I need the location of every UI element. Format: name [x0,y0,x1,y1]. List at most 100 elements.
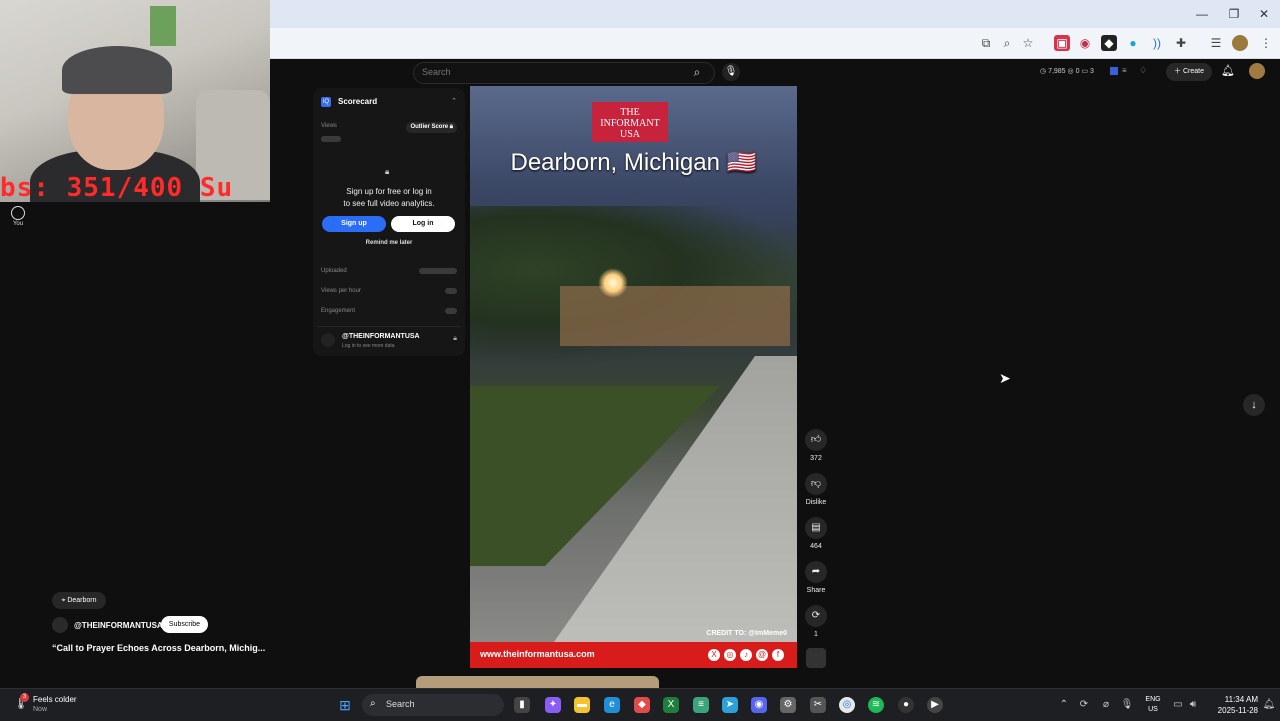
chrome-icon[interactable]: ◎ [839,697,855,713]
outlier-score-pill[interactable]: Outlier Score 🔒︎ [406,122,457,133]
minimize-button[interactable]: — [1194,6,1210,22]
sound-thumbnail[interactable] [806,648,826,668]
media-player-icon[interactable]: ▶ [927,697,943,713]
like-button[interactable]: 👍︎ 372 [805,429,827,462]
obs-icon[interactable]: ● [898,697,914,713]
extension-pin-icon[interactable]: ◉ [1077,35,1093,51]
spotify-icon[interactable]: ≋ [868,697,884,713]
subscribe-button[interactable]: Subscribe [161,616,208,633]
windows-start-icon[interactable]: ⊞ [337,697,353,713]
video-url-bar: www.theinformantusa.com X ◎ ♪ @ f [470,642,797,668]
search-icon: ⌕ [370,698,376,709]
views-per-hour-value-blurred [445,288,457,294]
header-gift-icon[interactable]: ♢ [1139,65,1147,76]
microphone-icon[interactable]: 🎙 [1119,697,1135,713]
copilot-icon[interactable]: ✦ [545,697,561,713]
extension-red-icon[interactable]: ▣ [1054,35,1070,51]
extensions-puzzle-icon[interactable]: ✚ [1173,35,1189,51]
tiktok-icon: ♪ [740,649,752,661]
search-button[interactable]: ⌕ [685,62,709,82]
volume-icon[interactable]: 🔊︎ [1185,697,1201,713]
webcam-overlay: bs: 351/400 Su [0,0,270,202]
network-off-icon[interactable]: ⌀ [1098,697,1114,713]
install-app-icon[interactable]: ⧉ [978,35,994,51]
language-indicator[interactable]: ENG US [1142,695,1164,715]
edge-icon[interactable]: e [604,697,620,713]
profile-avatar-icon[interactable] [1232,35,1248,51]
weather-title: Feels colder [33,695,77,704]
scorecard-logo-icon: iQ [321,97,331,107]
create-button[interactable]: ＋ Create [1166,63,1212,81]
eye-icon: ◎ [1067,68,1076,75]
remix-button[interactable]: ⟳ 1 [805,605,827,638]
comment-icon: ▤ [805,517,827,539]
facebook-icon: f [772,649,784,661]
remind-later-link[interactable]: Remind me later [313,240,465,246]
video-building [560,286,790,346]
snipping-tool-icon[interactable]: ✂ [810,697,826,713]
informant-logo: THE INFORMANT USA [592,102,668,142]
you-label: You [12,221,24,227]
tray-chevron-icon[interactable]: ⌃ [1056,697,1072,713]
settings-gear-icon[interactable]: ⚙ [780,697,796,713]
notifications-bell-icon[interactable]: 🔔︎ [1221,64,1235,77]
x-icon: X [708,649,720,661]
zoom-icon[interactable]: ⌕ [999,35,1015,51]
telegram-icon[interactable]: ➤ [722,697,738,713]
voice-search-mic-icon[interactable]: 🎙 [722,63,740,81]
sidebar-you[interactable]: You [8,206,28,227]
stream-overlay-text: bs: 351/400 Su [0,173,234,202]
sync-icon[interactable]: ⟳ [1076,697,1092,713]
share-button[interactable]: ➦ Share [805,561,827,594]
extension-dark-icon[interactable]: ◆ [1101,35,1117,51]
account-avatar[interactable] [1249,63,1265,79]
display-icon[interactable]: ▭ [1170,697,1186,713]
comments-button[interactable]: ▤ 464 [805,517,827,550]
task-view-icon[interactable]: ▮ [514,697,530,713]
thumbs-up-icon: 👍︎ [805,429,827,451]
excel-icon[interactable]: X [663,697,679,713]
search-input[interactable]: Search [413,62,715,84]
file-explorer-icon[interactable]: ▬ [574,697,590,713]
menu-kebab-icon[interactable]: ⋮ [1258,35,1274,51]
signup-prompt: Sign up for free or log in to see full v… [343,187,435,208]
channel-row[interactable]: @THEINFORMANTUSA Log in to see more data… [317,326,461,353]
user-circle-icon [11,206,25,220]
engagement-label: Engagement [321,308,356,314]
login-button[interactable]: Log in [391,216,455,232]
restore-button[interactable]: ❐ [1226,6,1242,22]
dislike-button[interactable]: 👎︎ Dislike [802,473,830,506]
channel-avatar[interactable] [52,617,68,633]
channel-name: @THEINFORMANTUSA [342,333,420,340]
short-title[interactable]: “Call to Prayer Echoes Across Dearborn, … [52,643,265,653]
notes-icon[interactable]: ≡ [693,697,709,713]
collapse-chevron-icon[interactable]: ⌃ [451,97,457,105]
header-extension-icon[interactable] [1110,67,1118,75]
short-channel-name[interactable]: @THEINFORMANTUSA [74,621,163,630]
video-url: www.theinformantusa.com [480,649,595,659]
reading-list-icon[interactable]: ☰ [1208,35,1224,51]
signup-button[interactable]: Sign up [322,216,386,232]
taskbar-search[interactable]: ⌕ Search [362,694,504,716]
lock-icon: 🔒︎ [448,124,453,130]
app-icon-1[interactable]: ◆ [634,697,650,713]
close-window-button[interactable]: ✕ [1256,6,1272,22]
next-short-button[interactable]: ↓ [1243,394,1265,416]
views-value-blurred [321,136,341,142]
location-chip[interactable]: ⌖ Dearborn [52,592,106,609]
weather-widget[interactable]: 🌡︎ 3 Feels colder Now [14,693,94,717]
lock-icon: 🔒︎ [385,167,390,176]
notification-bell-icon[interactable]: 🔔︎ [1261,697,1277,713]
weather-sub: Now [33,706,48,713]
next-short-preview [416,676,659,688]
mouse-cursor-icon: ➤ [999,370,1011,386]
bookmark-star-icon[interactable]: ☆ [1020,35,1036,51]
extension-blue-icon[interactable]: ● [1125,35,1141,51]
header-filter-icon[interactable]: ≡ [1122,66,1127,75]
clock[interactable]: 11:34 AM 2025-11-28 [1204,694,1258,716]
wall-poster [150,6,176,46]
extension-audio-icon[interactable]: )) [1149,35,1165,51]
discord-icon[interactable]: ◉ [751,697,767,713]
video-streetlight [598,268,628,298]
short-video-player[interactable]: THE INFORMANT USA Dearborn, Michigan 🇺🇸 … [470,86,797,668]
